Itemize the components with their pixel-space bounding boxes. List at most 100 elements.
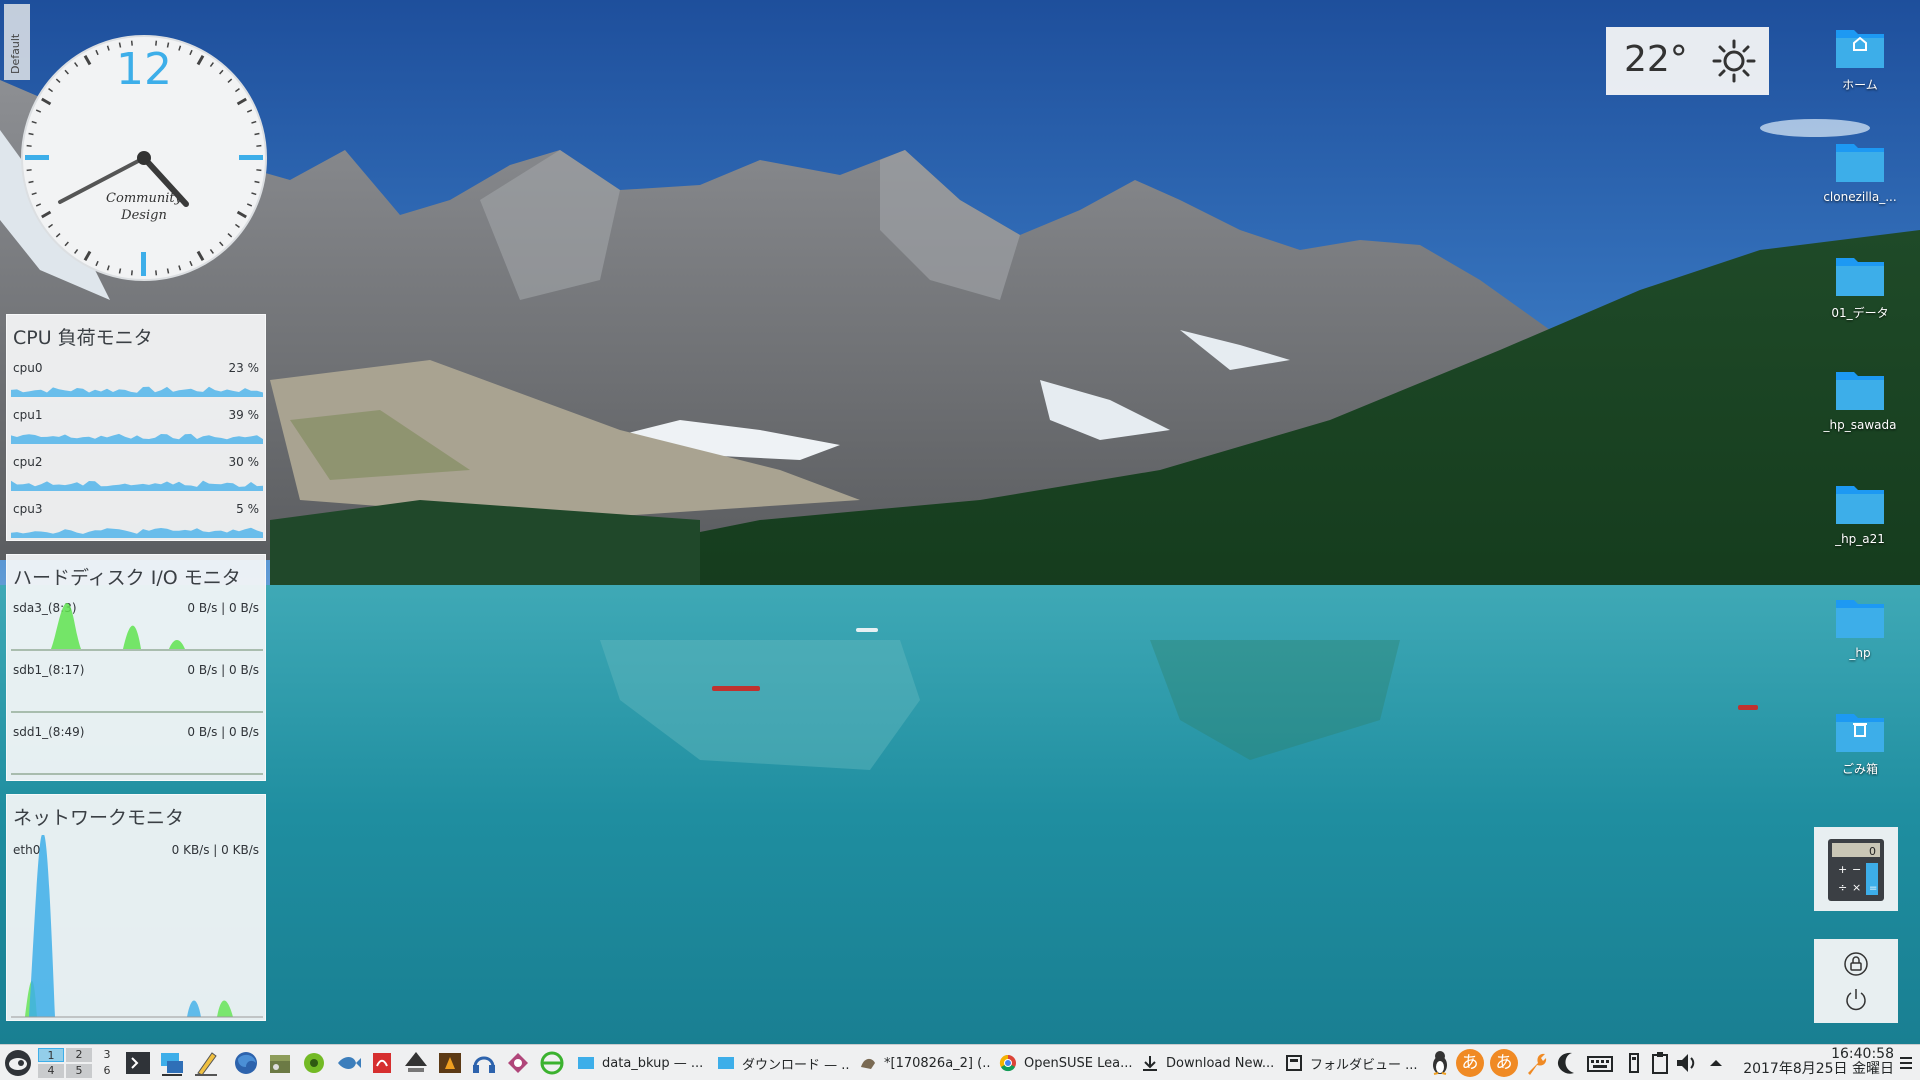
calculator-widget[interactable]: 0 + − ÷ × = (1814, 827, 1898, 911)
pdf-viewer-launcher-icon[interactable] (368, 1049, 396, 1077)
trash-icon (1836, 714, 1884, 752)
folder-view-icon (1286, 1055, 1302, 1071)
panel-menu-icon[interactable] (1892, 1049, 1920, 1077)
cpu-load-graph (11, 386, 263, 397)
application-launcher-icon[interactable] (4, 1049, 32, 1077)
disk-io-graph (11, 711, 263, 713)
clock-twelve-numeral: 12 (116, 44, 172, 95)
input-method-mode-tray-icon[interactable]: あ (1490, 1049, 1518, 1077)
cpu-load-monitor-widget[interactable]: CPU 負荷モニタ cpu0 23 % cpu1 39 % cpu2 30 % … (6, 314, 266, 541)
volume-tray-icon[interactable] (1672, 1049, 1700, 1077)
sun-icon (1712, 39, 1756, 83)
usb-device-tray-icon[interactable] (1620, 1049, 1648, 1077)
clock-tick (254, 132, 260, 136)
taskbar-task-1[interactable]: ダウンロード — ... (714, 1048, 850, 1078)
desktop-icon-label: ホーム (1842, 78, 1878, 92)
pager-desktop-1[interactable]: 1 (38, 1048, 64, 1062)
text-editor-launcher-icon[interactable] (192, 1049, 220, 1077)
desktop-icon-6[interactable]: ごみ箱 (1805, 708, 1915, 777)
calc-key-equals: = (1869, 883, 1877, 894)
browser-launcher-icon[interactable] (538, 1049, 566, 1077)
network-manager-launcher-icon[interactable] (158, 1049, 186, 1077)
clock-9-marker (25, 155, 49, 160)
power-icon[interactable] (1843, 987, 1869, 1013)
taskbar-task-4[interactable]: Download New... (1138, 1048, 1276, 1078)
clock-tick (28, 180, 34, 184)
pager-desktop-5[interactable]: 5 (66, 1064, 92, 1078)
package-installer-launcher-icon[interactable] (266, 1049, 294, 1077)
network-traffic-graph (11, 835, 263, 1018)
tux-tray-icon[interactable] (1426, 1049, 1454, 1077)
clock-tick (26, 144, 32, 147)
desktop-icon-4[interactable]: _hp_a21 (1805, 480, 1915, 546)
headphones-launcher-icon[interactable] (470, 1049, 498, 1077)
virtual-desktop-pager[interactable]: 1 2 3 4 5 6 (38, 1047, 122, 1079)
clock-center-pin (137, 151, 151, 165)
taskbar-task-0[interactable]: data_bkup — ... (574, 1048, 708, 1078)
clock-tick (254, 180, 260, 184)
desktop-icon-2[interactable]: 01_データ (1805, 252, 1915, 321)
clock-3-marker (239, 155, 263, 160)
clipboard-tray-icon[interactable] (1646, 1049, 1674, 1077)
folder-icon (1836, 258, 1884, 296)
taskbar-task-2[interactable]: *[170826a_2] (... (856, 1048, 990, 1078)
pager-desktop-3[interactable]: 3 (94, 1048, 120, 1062)
desktop-icon-3[interactable]: _hp_sawada (1805, 366, 1915, 432)
clock-date: 2017年8月25日 金曜日 (1743, 1061, 1894, 1077)
folder-icon (718, 1057, 734, 1069)
clock-tick (130, 270, 133, 276)
clock-time: 16:40:58 (1831, 1046, 1894, 1062)
calculator-icon: 0 + − ÷ × = (1828, 839, 1884, 901)
digital-clock[interactable]: 16:40:58 2017年8月25日 金曜日 (1743, 1047, 1894, 1077)
task-label: data_bkup — ... (602, 1055, 704, 1071)
clock-tick (26, 169, 32, 172)
task-label: *[170826a_2] (... (884, 1055, 990, 1071)
terminal-launcher-icon[interactable] (124, 1049, 152, 1077)
inkscape-launcher-icon[interactable] (402, 1049, 430, 1077)
pager-desktop-4[interactable]: 4 (38, 1064, 64, 1078)
game-launcher-icon[interactable] (436, 1049, 464, 1077)
analog-clock-widget[interactable]: 12 Community Design (20, 34, 268, 282)
calc-key-divide: ÷ (1838, 881, 1847, 894)
calc-key-multiply: × (1852, 881, 1861, 894)
fish-app-launcher-icon[interactable] (334, 1049, 362, 1077)
network-monitor-title: ネットワークモニタ (13, 807, 185, 829)
network-monitor-widget[interactable]: ネットワークモニタ eth0 0 KB/s | 0 KB/s (6, 794, 266, 1021)
home-folder-icon (1836, 30, 1884, 68)
weather-widget[interactable]: 22° (1606, 27, 1769, 95)
folder-icon (1836, 600, 1884, 638)
disk-io-monitor-widget[interactable]: ハードディスク I/O モニタ sda3_(8:3) 0 B/s | 0 B/s… (6, 554, 266, 781)
gimp-icon (861, 1058, 875, 1069)
lock-icon[interactable] (1843, 951, 1869, 977)
taskbar-task-3[interactable]: OpenSUSE Lea... (996, 1048, 1132, 1078)
desktop-icon-label: _hp_a21 (1835, 532, 1885, 546)
desktop-icon-0[interactable]: ホーム (1805, 24, 1915, 93)
clock-brand-line2: Design (120, 208, 167, 223)
wrench-tray-icon[interactable] (1522, 1049, 1550, 1077)
disk-io-graph (11, 603, 263, 651)
chrome-icon (999, 1054, 1016, 1072)
folder-icon (1836, 372, 1884, 410)
task-label: OpenSUSE Lea... (1024, 1055, 1132, 1071)
kdenlive-launcher-icon[interactable] (504, 1049, 532, 1077)
night-mode-tray-icon[interactable] (1554, 1049, 1582, 1077)
desktop-icon-label: _hp (1849, 646, 1871, 660)
calc-key-minus: − (1852, 863, 1861, 876)
desktop-icon-label: clonezilla_... (1823, 190, 1897, 204)
keyboard-tray-icon[interactable] (1586, 1049, 1614, 1077)
desktop-icon-1[interactable]: clonezilla_... (1805, 138, 1915, 204)
task-label: Download New... (1166, 1055, 1275, 1071)
taskbar-task-5[interactable]: フォルダビュー ... (1282, 1048, 1418, 1078)
clock-tick (28, 132, 34, 136)
yast-launcher-icon[interactable] (300, 1049, 328, 1077)
input-method-tray-icon[interactable]: あ (1456, 1049, 1484, 1077)
pager-desktop-2[interactable]: 2 (66, 1048, 92, 1062)
desktop-icon-5[interactable]: _hp (1805, 594, 1915, 660)
task-label: ダウンロード — ... (742, 1057, 850, 1073)
disk-io-graph (11, 773, 263, 775)
desktop-wallpaper (0, 0, 1920, 1045)
firefox-launcher-icon[interactable] (232, 1049, 260, 1077)
tray-expand-arrow-icon[interactable] (1702, 1049, 1730, 1077)
cpu-load-graph (11, 480, 263, 491)
pager-desktop-6[interactable]: 6 (94, 1064, 120, 1078)
